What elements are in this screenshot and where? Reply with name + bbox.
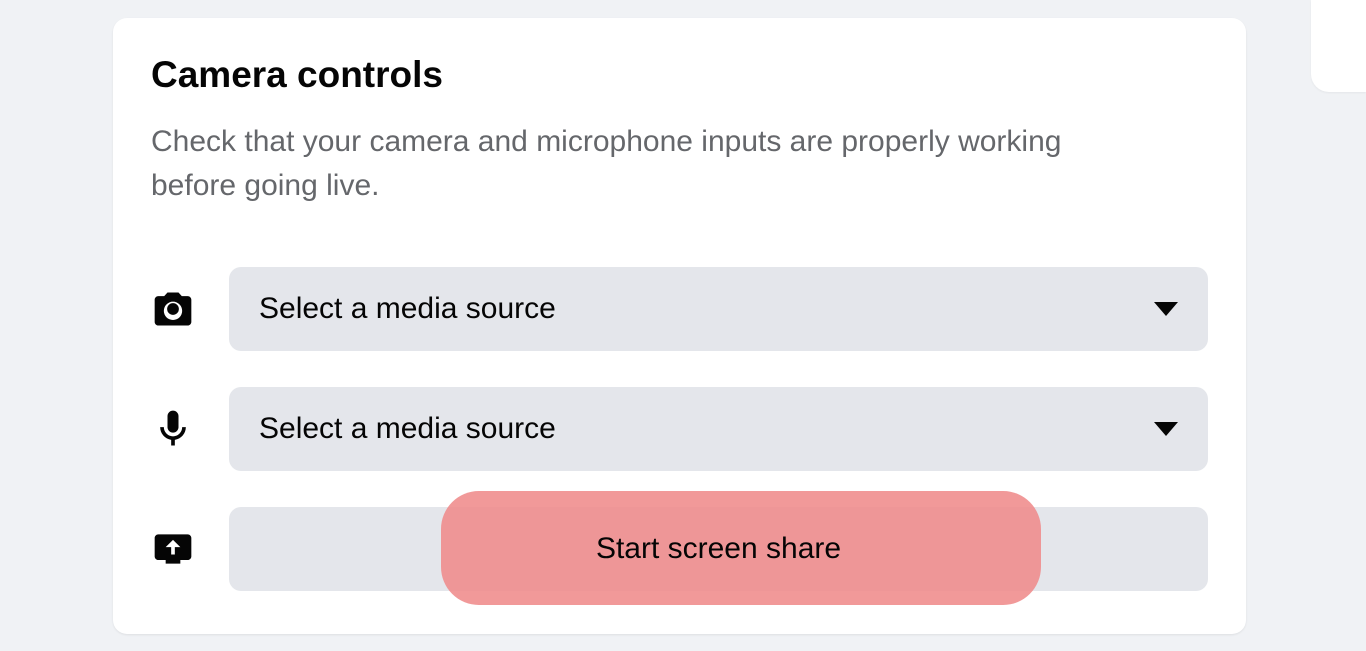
camera-controls-card: Camera controls Check that your camera a… bbox=[113, 18, 1246, 634]
side-panel-edge bbox=[1311, 0, 1366, 92]
screenshare-row: Start screen share bbox=[151, 507, 1208, 591]
camera-select[interactable]: Select a media source bbox=[229, 267, 1208, 351]
camera-select-label: Select a media source bbox=[259, 292, 556, 326]
chevron-down-icon bbox=[1154, 302, 1178, 316]
card-title: Camera controls bbox=[151, 54, 1208, 96]
start-screen-share-label: Start screen share bbox=[596, 532, 841, 566]
camera-icon bbox=[151, 287, 229, 331]
screen-share-icon bbox=[151, 527, 229, 571]
microphone-icon bbox=[151, 407, 229, 451]
card-description: Check that your camera and microphone in… bbox=[151, 120, 1101, 207]
microphone-select[interactable]: Select a media source bbox=[229, 387, 1208, 471]
chevron-down-icon bbox=[1154, 422, 1178, 436]
camera-row: Select a media source bbox=[151, 267, 1208, 351]
microphone-row: Select a media source bbox=[151, 387, 1208, 471]
start-screen-share-button[interactable]: Start screen share bbox=[229, 507, 1208, 591]
microphone-select-label: Select a media source bbox=[259, 412, 556, 446]
